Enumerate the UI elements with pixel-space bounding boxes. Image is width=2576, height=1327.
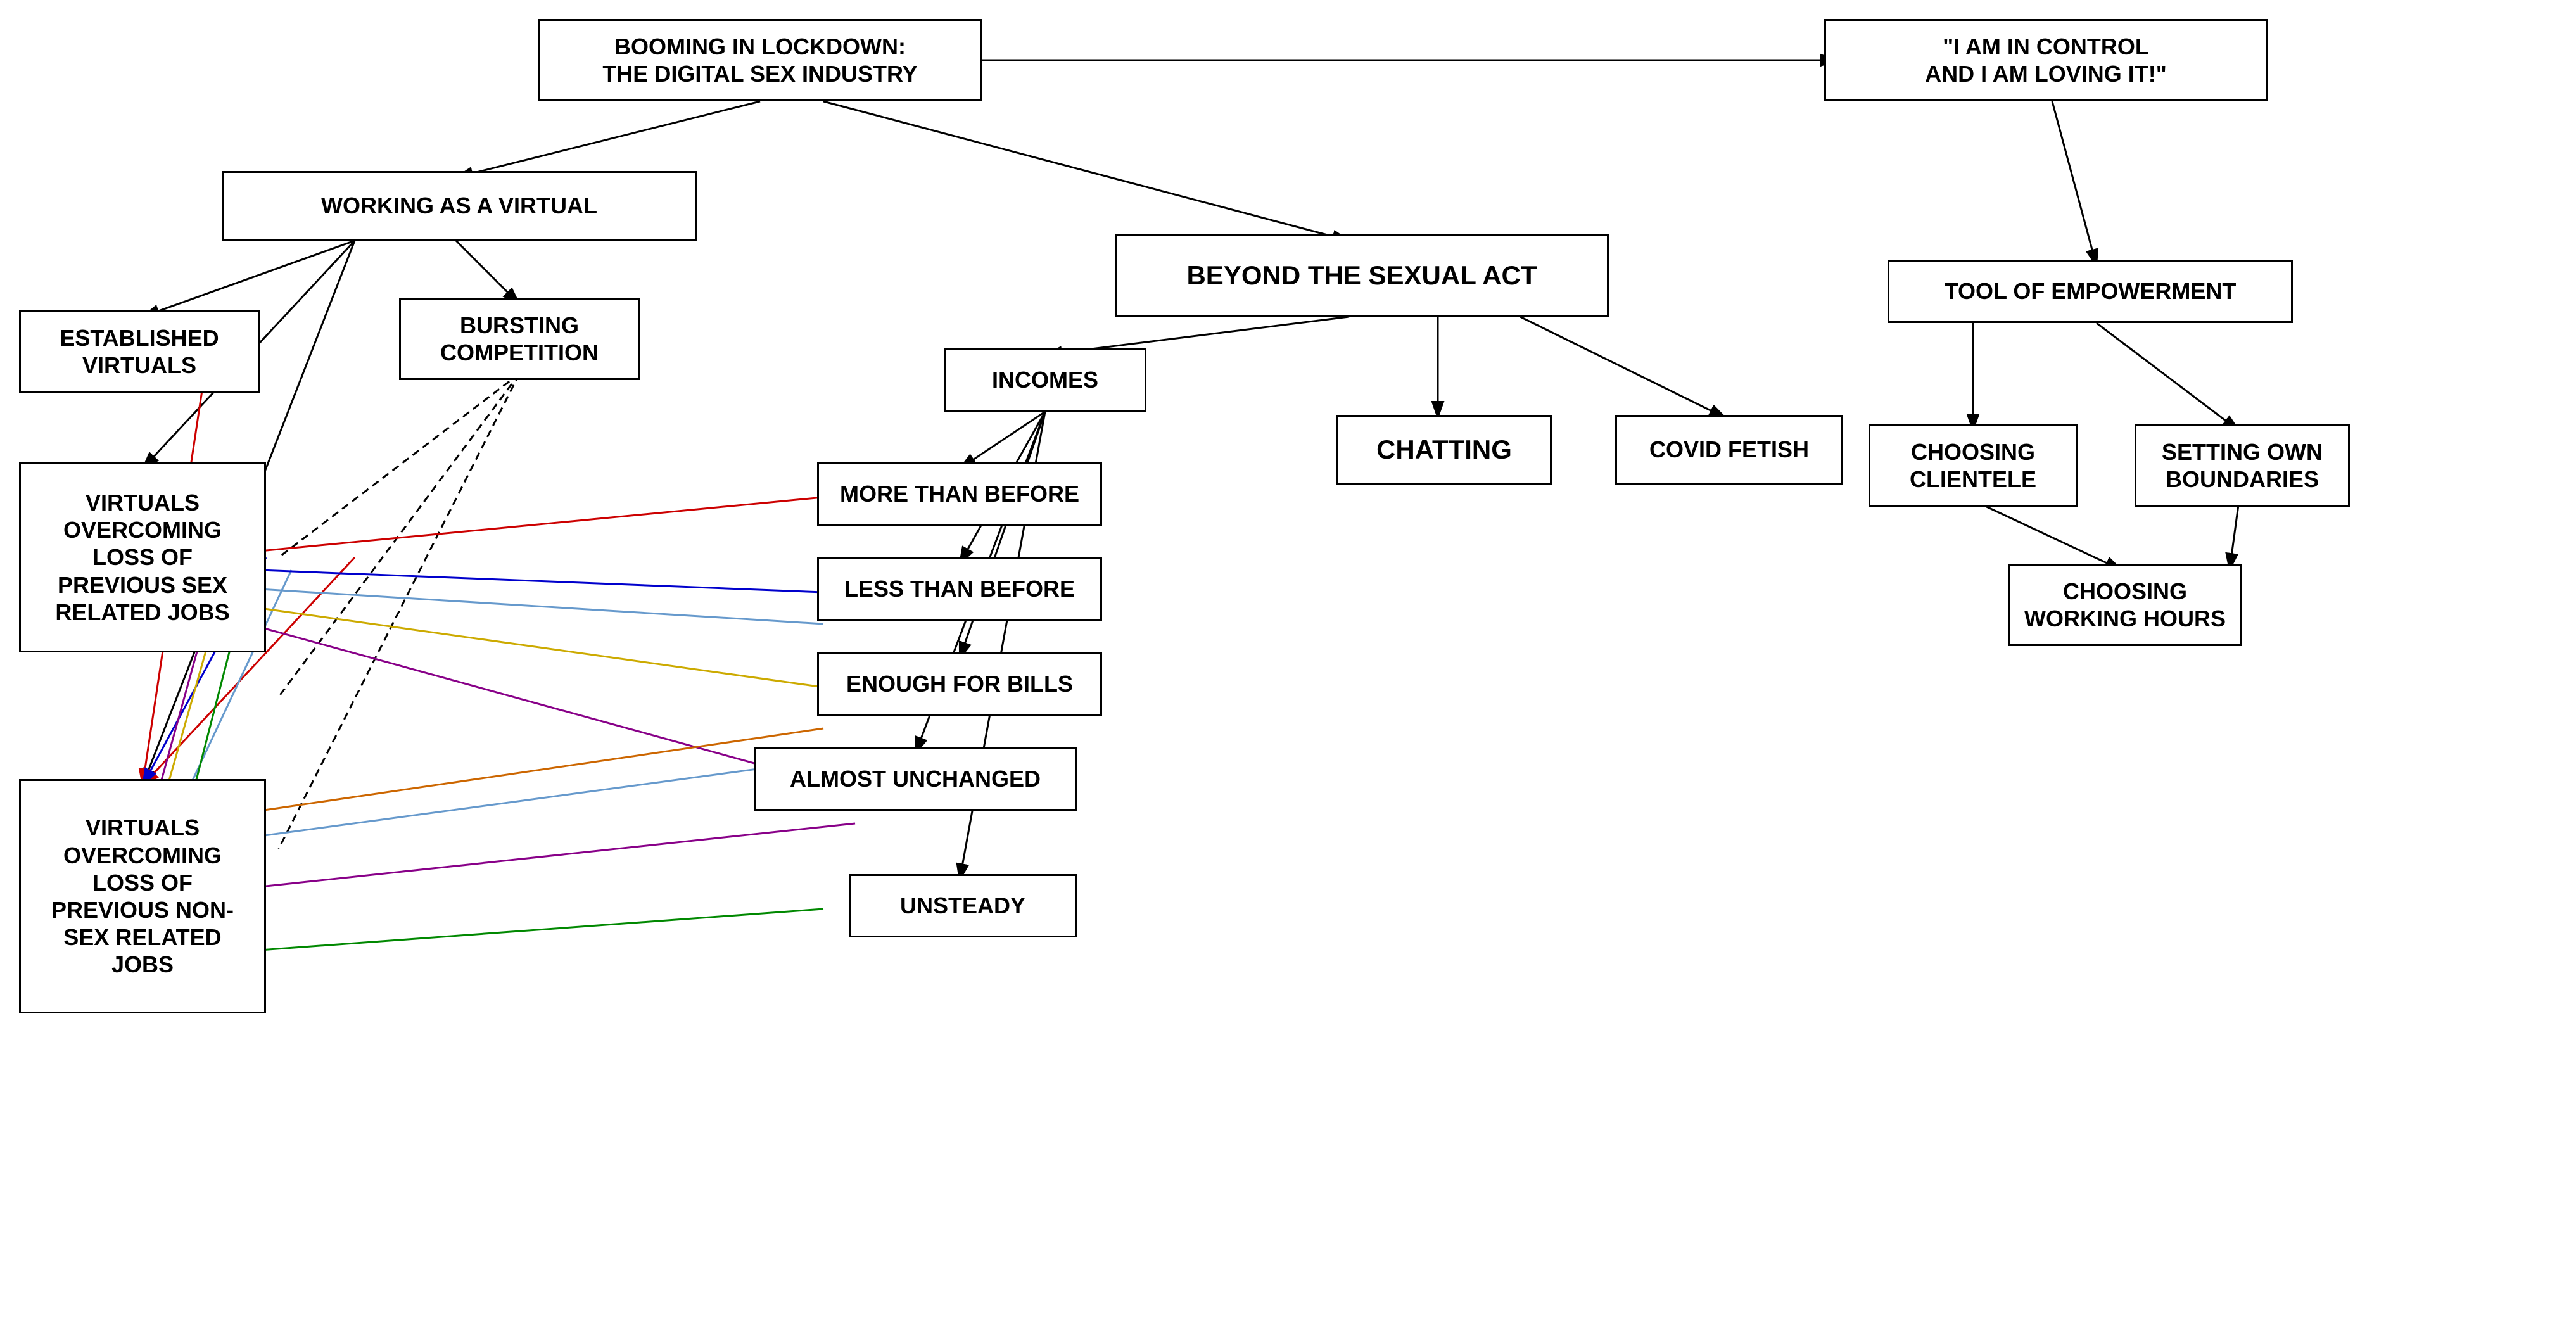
node-setting-own-boundaries: SETTING OWN BOUNDARIES <box>2135 424 2350 507</box>
node-bursting-competition: BURSTING COMPETITION <box>399 298 640 380</box>
node-tool-of-empowerment: TOOL OF EMPOWERMENT <box>1888 260 2293 323</box>
node-virtuals-overcoming-prev-nonsex: VIRTUALS OVERCOMING LOSS OF PREVIOUS NON… <box>19 779 266 1013</box>
node-incomes: INCOMES <box>944 348 1146 412</box>
node-covid-fetish: COVID FETISH <box>1615 415 1843 485</box>
node-almost-unchanged: ALMOST UNCHANGED <box>754 747 1077 811</box>
node-less-than-before: LESS THAN BEFORE <box>817 557 1102 621</box>
node-enough-for-bills: ENOUGH FOR BILLS <box>817 652 1102 716</box>
node-more-than-before: MORE THAN BEFORE <box>817 462 1102 526</box>
node-i-am-in-control: "I AM IN CONTROL AND I AM LOVING IT!" <box>1824 19 2268 101</box>
node-choosing-working-hours: CHOOSING WORKING HOURS <box>2008 564 2242 646</box>
node-beyond-sexual-act: BEYOND THE SEXUAL ACT <box>1115 234 1609 317</box>
node-working-as-virtual: WORKING AS A VIRTUAL <box>222 171 697 241</box>
node-choosing-clientele: CHOOSING CLIENTELE <box>1869 424 2078 507</box>
node-unsteady: UNSTEADY <box>849 874 1077 937</box>
node-chatting: CHATTING <box>1336 415 1552 485</box>
node-virtuals-overcoming-prev-sex: VIRTUALS OVERCOMING LOSS OF PREVIOUS SEX… <box>19 462 266 652</box>
node-established-virtuals: ESTABLISHED VIRTUALS <box>19 310 260 393</box>
node-booming: BOOMING IN LOCKDOWN: THE DIGITAL SEX IND… <box>538 19 982 101</box>
